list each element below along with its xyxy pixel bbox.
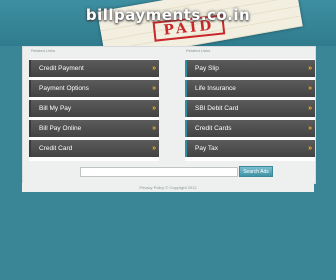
link-pay-slip[interactable]: Pay Slip » — [185, 60, 315, 77]
site-title[interactable]: billpayments.co.in — [0, 6, 336, 24]
link-pay-tax[interactable]: Pay Tax » — [185, 140, 315, 157]
link-label: Pay Slip — [195, 65, 219, 72]
search-button[interactable]: Search Ads — [239, 166, 273, 177]
link-label: Life Insurance — [195, 85, 236, 92]
left-links-panel: Credit Payment » Payment Options » Bill … — [29, 59, 159, 161]
double-chevron-right-icon: » — [152, 125, 156, 132]
double-chevron-right-icon: » — [308, 105, 312, 112]
link-payment-options[interactable]: Payment Options » — [29, 80, 159, 97]
right-links-panel: Pay Slip » Life Insurance » SBI Debit Ca… — [185, 59, 315, 161]
link-life-insurance[interactable]: Life Insurance » — [185, 80, 315, 97]
left-column-title: Related Links — [31, 48, 56, 53]
double-chevron-right-icon: » — [152, 105, 156, 112]
link-label: Payment Options — [39, 85, 89, 92]
double-chevron-right-icon: » — [152, 65, 156, 72]
site-header: PAID billpayments.co.in — [0, 0, 336, 46]
link-label: Credit Cards — [195, 125, 232, 132]
search-bar: Search Ads — [23, 164, 315, 180]
link-label: Bill My Pay — [39, 105, 72, 112]
double-chevron-right-icon: » — [308, 65, 312, 72]
link-label: Bill Pay Online — [39, 125, 82, 132]
footer: Privacy Policy © Copyright 2012 — [22, 183, 314, 192]
link-credit-payment[interactable]: Credit Payment » — [29, 60, 159, 77]
link-label: SBI Debit Card — [195, 105, 239, 112]
link-label: Credit Card — [39, 145, 73, 152]
double-chevron-right-icon: » — [308, 85, 312, 92]
link-credit-card[interactable]: Credit Card » — [29, 140, 159, 157]
link-bill-pay-online[interactable]: Bill Pay Online » — [29, 120, 159, 137]
footer-text[interactable]: Privacy Policy © Copyright 2012 — [139, 185, 196, 190]
search-input[interactable] — [80, 167, 238, 177]
double-chevron-right-icon: » — [152, 85, 156, 92]
links-container: Related Links Related Links Credit Payme… — [22, 46, 316, 184]
double-chevron-right-icon: » — [308, 125, 312, 132]
link-label: Credit Payment — [39, 65, 84, 72]
right-column-title: Related Links — [186, 48, 211, 53]
link-credit-cards[interactable]: Credit Cards » — [185, 120, 315, 137]
link-label: Pay Tax — [195, 145, 219, 152]
link-sbi-debit-card[interactable]: SBI Debit Card » — [185, 100, 315, 117]
double-chevron-right-icon: » — [308, 145, 312, 152]
double-chevron-right-icon: » — [152, 145, 156, 152]
link-bill-my-pay[interactable]: Bill My Pay » — [29, 100, 159, 117]
